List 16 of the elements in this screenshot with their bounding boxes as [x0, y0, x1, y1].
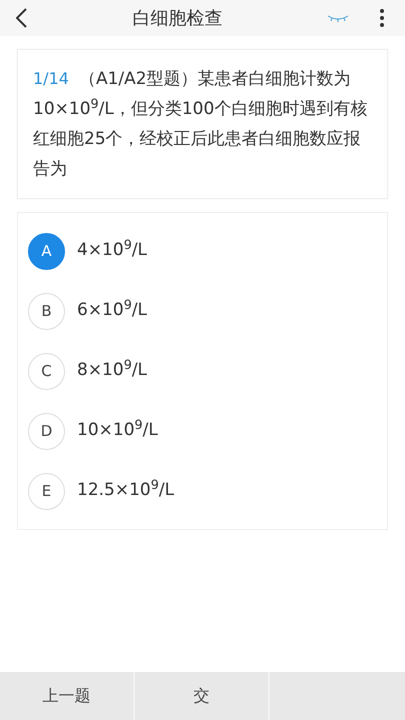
- option-circle[interactable]: C: [28, 352, 65, 390]
- eye-icon[interactable]: [327, 14, 349, 22]
- page-title: 白细胞检查: [132, 8, 222, 28]
- option-text: 4×10$^{9}$/L: [77, 238, 148, 262]
- question-text: 1/14 （A1/A2型题）某患者白细胞计数为10×10$^{9}$/L，但分类100个白细胞时遇到有核红细胞25个，经校正后此患者白细胞数应报告为: [33, 68, 368, 181]
- back-icon[interactable]: [16, 8, 28, 28]
- option-text: 12.5×10$^{9}$/L: [77, 478, 174, 502]
- more-icon[interactable]: [379, 9, 385, 27]
- option-text: 6×10$^{9}$/L: [77, 298, 148, 322]
- option-circle[interactable]: A: [28, 232, 65, 270]
- option-text: 8×10$^{9}$/L: [77, 358, 148, 382]
- option-circle[interactable]: B: [28, 292, 65, 330]
- option-circle[interactable]: D: [28, 412, 65, 450]
- option-circle[interactable]: E: [28, 472, 65, 510]
- option-text: 10×10$^{9}$/L: [77, 418, 158, 442]
- question-number: 1/14: [33, 69, 69, 88]
